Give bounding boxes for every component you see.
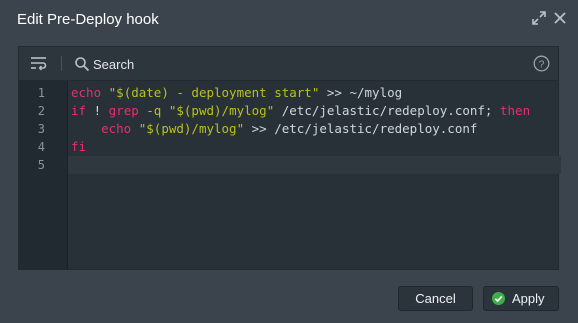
line-number-gutter: 1 2 3 4 5 [19,81,68,269]
code-token: -q [138,103,169,118]
search-button[interactable]: Search [93,57,134,72]
code-token: "$(pwd)/mylog" [138,121,245,136]
code-token: grep [108,103,139,118]
line-number: 5 [37,158,45,172]
cancel-button-label: Cancel [415,291,456,306]
code-token: ! [86,103,109,118]
code-token: if [71,103,87,118]
line-number: 3 [37,122,45,136]
apply-button-label: Apply [512,291,545,306]
code-token: echo [101,121,132,136]
code-token: >> /etc/jelastic/redeploy.conf [244,121,478,136]
edit-hook-dialog: Edit Pre-Deploy hook Search ? 1 2 3 4 5 … [0,0,578,323]
code-line[interactable]: fi [68,138,561,156]
code-area[interactable]: echo "$(date) - deployment start" >> ~/m… [68,81,561,269]
cancel-button[interactable]: Cancel [398,286,473,311]
code-token: /etc/jelastic/redeploy.conf; [274,103,500,118]
close-icon[interactable] [552,10,568,26]
expand-icon[interactable] [531,10,547,26]
editor-toolbar: Search ? [19,47,558,81]
line-number: 1 [37,86,45,100]
code-token: fi [71,139,87,154]
code-editor-panel: Search ? 1 2 3 4 5 echo "$(date) - deploymen… [18,46,561,270]
code-token: "$(date) - deployment start" [108,85,320,100]
dialog-title: Edit Pre-Deploy hook [17,11,159,28]
code-token: >> ~/mylog [319,85,403,100]
code-token: "$(pwd)/mylog" [168,103,275,118]
code-token: echo [71,85,102,100]
dialog-titlebar: Edit Pre-Deploy hook [0,0,578,38]
search-icon[interactable] [74,56,90,72]
code-line[interactable] [68,156,561,174]
code-token: then [500,103,531,118]
svg-text:?: ? [539,58,545,70]
wrap-lines-icon[interactable] [30,55,48,71]
code-line[interactable]: if ! grep -q "$(pwd)/mylog" /etc/jelasti… [68,102,561,120]
check-circle-icon [492,292,505,305]
apply-button[interactable]: Apply [483,286,559,311]
code-line[interactable]: echo "$(pwd)/mylog" >> /etc/jelastic/red… [68,120,561,138]
line-number: 2 [37,104,45,118]
code-line[interactable]: echo "$(date) - deployment start" >> ~/m… [68,84,561,102]
help-icon[interactable]: ? [533,55,550,72]
toolbar-divider [61,56,62,71]
line-number: 4 [37,140,45,154]
